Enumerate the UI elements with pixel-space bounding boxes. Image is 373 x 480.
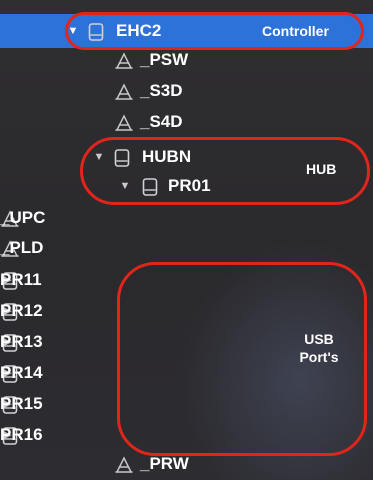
usb-ports-outline bbox=[117, 262, 367, 456]
method-icon bbox=[114, 51, 134, 71]
method-icon bbox=[114, 82, 134, 102]
tree-row-label: PR14 bbox=[0, 363, 43, 382]
tree-row-label: _S4D bbox=[140, 112, 183, 131]
tree-row-label: PR15 bbox=[0, 394, 43, 413]
tree-row-label: _S3D bbox=[140, 81, 183, 100]
tree-row-label: PR13 bbox=[0, 332, 43, 351]
method-icon bbox=[114, 113, 134, 133]
tree-row-label: _UPC bbox=[0, 208, 46, 227]
tree-row-label: _PLD bbox=[0, 238, 44, 257]
tree-row-label: PR11 bbox=[0, 270, 42, 289]
tree-row-s3d[interactable]: _S3D bbox=[0, 76, 373, 106]
tree-row-label: PR12 bbox=[0, 301, 43, 320]
method-icon bbox=[114, 455, 134, 475]
hub-outline bbox=[80, 137, 370, 205]
tree-row-s4d[interactable]: _S4D bbox=[0, 107, 373, 137]
tree-row-pld[interactable]: _PLD bbox=[0, 233, 373, 263]
tree-row-upc[interactable]: _UPC bbox=[0, 203, 373, 233]
controller-outline bbox=[65, 12, 364, 50]
tree-row-label: PR16 bbox=[0, 425, 43, 444]
